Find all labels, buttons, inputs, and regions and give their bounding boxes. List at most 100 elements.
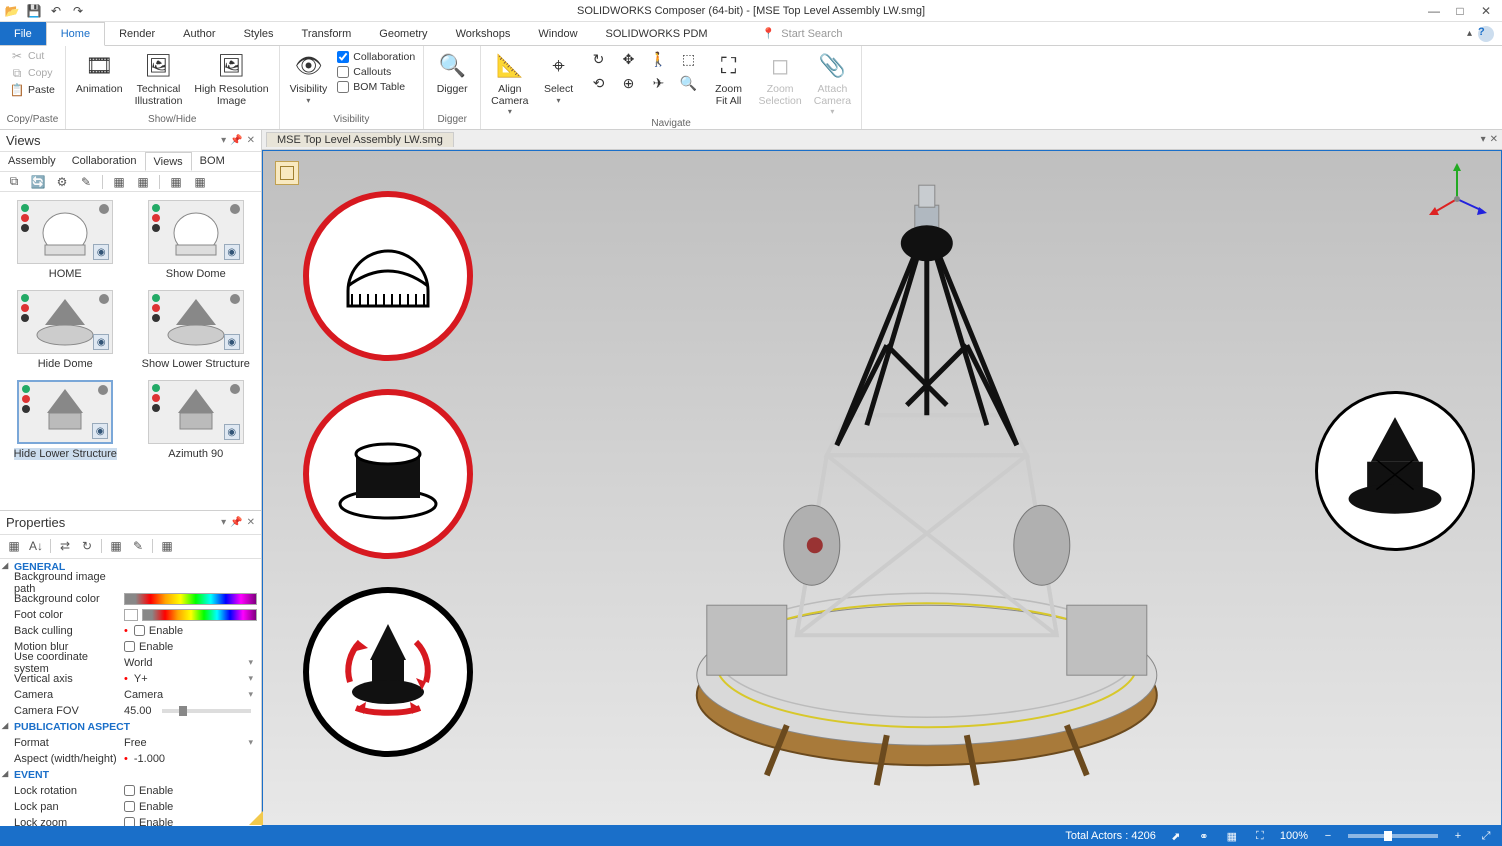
statusbar-fit-icon[interactable]: ⛶ xyxy=(1252,828,1268,844)
panel-dropdown-icon[interactable]: ▾ xyxy=(221,517,226,528)
props-tb-icon[interactable]: ⇄ xyxy=(57,538,73,554)
ribbon-collapse-icon[interactable]: ▴ xyxy=(1467,28,1472,39)
views-tb-icon[interactable]: 🔄 xyxy=(30,174,46,190)
prop-row[interactable]: Foot color xyxy=(0,607,261,623)
nav-zoom-icon[interactable]: 🔍 xyxy=(675,72,703,94)
tab-workshops[interactable]: Workshops xyxy=(442,22,525,45)
panel-pin-icon[interactable]: 📌 xyxy=(230,517,242,528)
tab-geometry[interactable]: Geometry xyxy=(365,22,441,45)
select-button[interactable]: ⌖ Select ▾ xyxy=(537,48,581,107)
prop-row[interactable]: Camera FOV45.00 xyxy=(0,703,261,719)
callouts-checkbox[interactable]: Callouts xyxy=(335,65,417,79)
prop-row[interactable]: Use coordinate systemWorld▾ xyxy=(0,655,261,671)
nav-pan-icon[interactable]: ✥ xyxy=(615,48,643,70)
views-tb-icon[interactable]: ▦ xyxy=(111,174,127,190)
save-icon[interactable]: 💾 xyxy=(26,3,42,19)
props-tb-icon[interactable]: ▦ xyxy=(6,538,22,554)
nav-fly-icon[interactable]: ✈ xyxy=(645,72,673,94)
dome-icon-button[interactable] xyxy=(303,191,473,361)
chevron-down-icon[interactable]: ▾ xyxy=(248,689,257,700)
statusbar-link-icon[interactable]: ⚭ xyxy=(1196,828,1212,844)
prop-row[interactable]: Vertical axisY+▾ xyxy=(0,671,261,687)
document-tab[interactable]: MSE Top Level Assembly LW.smg xyxy=(266,132,454,147)
rotate-icon-button[interactable] xyxy=(303,587,473,757)
nav-walk-icon[interactable]: 🚶 xyxy=(645,48,673,70)
prop-row[interactable]: CameraCamera▾ xyxy=(0,687,261,703)
bom-table-checkbox[interactable]: BOM Table xyxy=(335,80,417,94)
views-tb-icon[interactable]: ⧉ xyxy=(6,174,22,190)
search-box[interactable]: 📍 Start Search xyxy=(762,22,843,45)
props-tb-icon[interactable]: ▦ xyxy=(159,538,175,554)
technical-illustration-button[interactable]: 🖼 Technical Illustration xyxy=(131,48,187,109)
prop-category-publication-aspect[interactable]: PUBLICATION ASPECT xyxy=(0,719,261,735)
panel-pin-icon[interactable]: 📌 xyxy=(230,135,242,146)
prop-row[interactable]: Lock zoomEnable xyxy=(0,815,261,826)
prop-row[interactable]: Background color xyxy=(0,591,261,607)
view-item-show-dome[interactable]: ◉ Show Dome xyxy=(139,200,254,280)
views-tab-assembly[interactable]: Assembly xyxy=(0,152,64,171)
tab-home[interactable]: Home xyxy=(46,22,105,46)
prop-row[interactable]: Back cullingEnable xyxy=(0,623,261,639)
zoom-slider[interactable] xyxy=(1348,834,1438,838)
doc-dropdown-icon[interactable]: ▾ xyxy=(1481,134,1486,145)
prop-row[interactable]: Aspect (width/height)-1.000 xyxy=(0,751,261,767)
views-tb-icon[interactable]: ▦ xyxy=(135,174,151,190)
zoom-fit-all-button[interactable]: ⛶ Zoom Fit All xyxy=(707,48,751,109)
props-tb-icon[interactable]: ↻ xyxy=(79,538,95,554)
nav-zoomarea-icon[interactable]: ⬚ xyxy=(675,48,703,70)
view-item-home[interactable]: ◉ HOME xyxy=(8,200,123,280)
statusbar-cursor-icon[interactable]: ⬈ xyxy=(1168,828,1184,844)
chevron-down-icon[interactable]: ▾ xyxy=(248,657,257,668)
tab-render[interactable]: Render xyxy=(105,22,169,45)
prop-category-event[interactable]: EVENT xyxy=(0,767,261,783)
viewport-3d[interactable] xyxy=(262,150,1502,826)
views-tb-icon[interactable]: ▦ xyxy=(192,174,208,190)
open-icon[interactable]: 📂 xyxy=(4,3,20,19)
tab-window[interactable]: Window xyxy=(524,22,591,45)
nav-rotate-icon[interactable]: ↻ xyxy=(585,48,613,70)
tab-transform[interactable]: Transform xyxy=(288,22,366,45)
prop-row[interactable]: Lock panEnable xyxy=(0,799,261,815)
cut-button[interactable]: ✂Cut xyxy=(6,48,59,64)
collaboration-checkbox[interactable]: Collaboration xyxy=(335,50,417,64)
views-tab-bom[interactable]: BOM xyxy=(192,152,233,171)
statusbar-grid-icon[interactable]: ▦ xyxy=(1224,828,1240,844)
panel-close-icon[interactable]: ✕ xyxy=(247,517,255,528)
statusbar-expand-icon[interactable]: ⤢ xyxy=(1478,828,1494,844)
panel-close-icon[interactable]: ✕ xyxy=(247,135,255,146)
high-res-image-button[interactable]: 🖼 High Resolution Image xyxy=(190,48,272,109)
view-item-show-lower-structure[interactable]: ◉ Show Lower Structure xyxy=(139,290,254,370)
prop-category-general[interactable]: GENERAL xyxy=(0,559,261,575)
maximize-button[interactable]: □ xyxy=(1448,2,1472,20)
zoom-selection-button[interactable]: ◻ Zoom Selection xyxy=(755,48,806,109)
viewport-resize-grip[interactable] xyxy=(249,811,263,825)
redo-icon[interactable]: ↷ xyxy=(70,3,86,19)
views-tb-icon[interactable]: ⚙ xyxy=(54,174,70,190)
views-tab-views[interactable]: Views xyxy=(145,152,192,171)
animation-button[interactable]: 🎞 Animation xyxy=(72,48,127,98)
views-tb-icon[interactable]: ✎ xyxy=(78,174,94,190)
prop-row[interactable]: Background image path xyxy=(0,575,261,591)
detail-inset-view[interactable] xyxy=(1315,391,1475,551)
view-item-hide-dome[interactable]: ◉ Hide Dome xyxy=(8,290,123,370)
minimize-button[interactable]: — xyxy=(1422,2,1446,20)
props-tb-icon[interactable]: A↓ xyxy=(28,538,44,554)
zoom-in-button[interactable]: + xyxy=(1450,828,1466,844)
digger-button[interactable]: 🔍 Digger xyxy=(430,48,474,98)
doc-close-icon[interactable]: ✕ xyxy=(1490,134,1498,145)
base-structure-icon-button[interactable] xyxy=(303,389,473,559)
prop-row[interactable]: Lock rotationEnable xyxy=(0,783,261,799)
undo-icon[interactable]: ↶ xyxy=(48,3,64,19)
attach-camera-button[interactable]: 📎 Attach Camera ▾ xyxy=(810,48,855,118)
view-item-hide-lower-structure[interactable]: ◉ Hide Lower Structure xyxy=(8,380,123,460)
nav-orbit-icon[interactable]: ⊕ xyxy=(615,72,643,94)
help-icon[interactable]: ? xyxy=(1478,26,1494,42)
chevron-down-icon[interactable]: ▾ xyxy=(248,737,257,748)
nav-turn-icon[interactable]: ⟲ xyxy=(585,72,613,94)
views-tab-collaboration[interactable]: Collaboration xyxy=(64,152,145,171)
panel-dropdown-icon[interactable]: ▾ xyxy=(221,135,226,146)
visibility-button[interactable]: 👁 Visibility ▾ xyxy=(286,48,332,107)
prop-row[interactable]: FormatFree▾ xyxy=(0,735,261,751)
chevron-down-icon[interactable]: ▾ xyxy=(248,673,257,684)
props-tb-icon[interactable]: ✎ xyxy=(130,538,146,554)
